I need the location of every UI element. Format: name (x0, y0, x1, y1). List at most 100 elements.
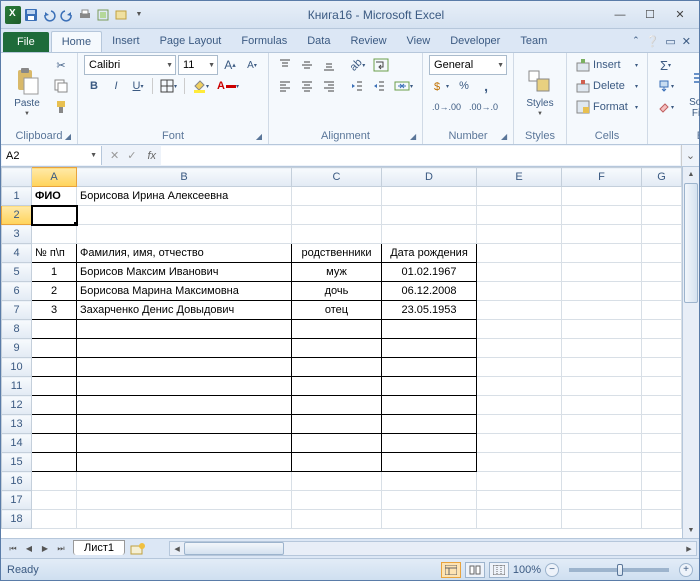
cell-F12[interactable] (562, 396, 642, 415)
font-color-button[interactable]: A▾ (214, 76, 242, 96)
decrease-indent-button[interactable] (347, 76, 367, 96)
cells-grid[interactable]: ABCDEFG1ФИОБорисова Ирина Алексеевна234№… (1, 167, 682, 529)
row-header-14[interactable]: 14 (2, 434, 32, 453)
cell-F6[interactable] (562, 282, 642, 301)
close-button[interactable]: ✕ (665, 5, 695, 25)
excel-icon[interactable] (5, 7, 21, 23)
page-break-view-button[interactable] (489, 562, 509, 578)
cell-G6[interactable] (642, 282, 682, 301)
cell-A9[interactable] (32, 339, 77, 358)
file-tab[interactable]: File (3, 32, 49, 52)
cell-D15[interactable] (382, 453, 477, 472)
redo-icon[interactable] (59, 7, 75, 23)
cut-button[interactable]: ✂ (51, 55, 71, 75)
shrink-font-button[interactable]: A▾ (242, 55, 262, 75)
tab-formulas[interactable]: Formulas (231, 31, 297, 52)
grid-scroll[interactable]: ABCDEFG1ФИОБорисова Ирина Алексеевна234№… (1, 167, 682, 538)
increase-indent-button[interactable] (369, 76, 389, 96)
formula-input[interactable] (161, 146, 680, 165)
cell-C2[interactable] (292, 206, 382, 225)
cell-F13[interactable] (562, 415, 642, 434)
cell-E15[interactable] (477, 453, 562, 472)
select-all-corner[interactable] (2, 168, 32, 187)
row-header-11[interactable]: 11 (2, 377, 32, 396)
cell-D6[interactable]: 06.12.2008 (382, 282, 477, 301)
fill-color-button[interactable]: ▾ (189, 76, 212, 96)
horizontal-scrollbar[interactable]: ◀ ▶ (169, 541, 697, 556)
cell-F3[interactable] (562, 225, 642, 244)
copy-button[interactable] (51, 76, 71, 96)
zoom-in-button[interactable]: + (679, 563, 693, 577)
cell-A3[interactable] (32, 225, 77, 244)
format-painter-button[interactable] (51, 97, 71, 117)
cell-C18[interactable] (292, 510, 382, 529)
cell-F10[interactable] (562, 358, 642, 377)
undo-icon[interactable] (41, 7, 57, 23)
cell-A5[interactable]: 1 (32, 263, 77, 282)
cell-G18[interactable] (642, 510, 682, 529)
cell-A16[interactable] (32, 472, 77, 491)
page-layout-view-button[interactable] (465, 562, 485, 578)
cell-E17[interactable] (477, 491, 562, 510)
tab-data[interactable]: Data (297, 31, 340, 52)
cell-E1[interactable] (477, 187, 562, 206)
cell-C9[interactable] (292, 339, 382, 358)
increase-decimal-button[interactable]: .0→.00 (429, 97, 464, 117)
tab-home[interactable]: Home (51, 31, 102, 52)
cell-B17[interactable] (77, 491, 292, 510)
cell-F8[interactable] (562, 320, 642, 339)
tab-insert[interactable]: Insert (102, 31, 150, 52)
cell-A12[interactable] (32, 396, 77, 415)
cell-F7[interactable] (562, 301, 642, 320)
percent-button[interactable]: % (454, 76, 474, 96)
cell-D10[interactable] (382, 358, 477, 377)
row-header-5[interactable]: 5 (2, 263, 32, 282)
cell-B5[interactable]: Борисов Максим Иванович (77, 263, 292, 282)
cell-C11[interactable] (292, 377, 382, 396)
cell-D18[interactable] (382, 510, 477, 529)
cell-G13[interactable] (642, 415, 682, 434)
alignment-launcher-icon[interactable]: ◢ (408, 132, 418, 142)
cell-F4[interactable] (562, 244, 642, 263)
cell-G14[interactable] (642, 434, 682, 453)
cell-D9[interactable] (382, 339, 477, 358)
cell-D5[interactable]: 01.02.1967 (382, 263, 477, 282)
cell-E4[interactable] (477, 244, 562, 263)
maximize-button[interactable]: ☐ (635, 5, 665, 25)
row-header-15[interactable]: 15 (2, 453, 32, 472)
cell-F18[interactable] (562, 510, 642, 529)
cell-C7[interactable]: отец (292, 301, 382, 320)
new-sheet-icon[interactable] (129, 542, 147, 556)
row-header-12[interactable]: 12 (2, 396, 32, 415)
col-header-E[interactable]: E (477, 168, 562, 187)
cell-A11[interactable] (32, 377, 77, 396)
cell-C8[interactable] (292, 320, 382, 339)
cell-A18[interactable] (32, 510, 77, 529)
cell-B15[interactable] (77, 453, 292, 472)
zoom-level[interactable]: 100% (513, 564, 541, 576)
vscroll-thumb[interactable] (684, 183, 698, 303)
scroll-right-icon[interactable]: ▶ (682, 542, 696, 555)
mdi-close-icon[interactable]: ✕ (682, 35, 691, 48)
fill-button[interactable]: ▾ (654, 76, 677, 96)
cell-D2[interactable] (382, 206, 477, 225)
cell-E2[interactable] (477, 206, 562, 225)
cell-B18[interactable] (77, 510, 292, 529)
cell-G2[interactable] (642, 206, 682, 225)
cell-A13[interactable] (32, 415, 77, 434)
scroll-left-icon[interactable]: ◀ (170, 542, 184, 555)
cell-E14[interactable] (477, 434, 562, 453)
tab-team[interactable]: Team (510, 31, 557, 52)
cell-E18[interactable] (477, 510, 562, 529)
col-header-B[interactable]: B (77, 168, 292, 187)
vertical-scrollbar[interactable]: ▲ ▼ (682, 167, 699, 538)
cell-G11[interactable] (642, 377, 682, 396)
cell-C10[interactable] (292, 358, 382, 377)
tab-page-layout[interactable]: Page Layout (150, 31, 232, 52)
cell-B16[interactable] (77, 472, 292, 491)
decrease-decimal-button[interactable]: .00→.0 (466, 97, 501, 117)
cell-D4[interactable]: Дата рождения (382, 244, 477, 263)
paste-button[interactable]: Paste ▼ (7, 55, 47, 130)
number-launcher-icon[interactable]: ◢ (499, 132, 509, 142)
cell-A10[interactable] (32, 358, 77, 377)
